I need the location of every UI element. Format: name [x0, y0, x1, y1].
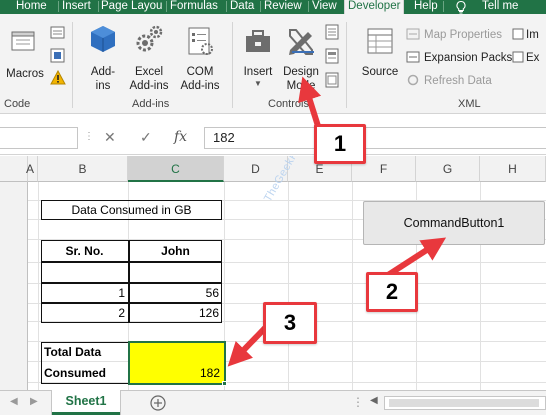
scrollbar-thumb[interactable]	[389, 399, 539, 407]
scroll-tabs-left-icon[interactable]: ◀	[10, 396, 18, 407]
callout-2: 2	[366, 272, 418, 312]
annotation-arrows	[227, 76, 447, 367]
tab-split-handle[interactable]: ⋮	[352, 395, 364, 409]
scroll-left-icon[interactable]: ◀	[370, 395, 378, 406]
arrow-2	[386, 237, 447, 278]
sheet-tab-sheet1[interactable]: Sheet1	[52, 390, 120, 415]
arrow-3	[227, 325, 268, 367]
sheet-tab-bar: ◀ ▶ Sheet1 ⋮ ◀	[0, 390, 546, 415]
scroll-tabs-right-icon[interactable]: ▶	[30, 396, 38, 407]
plus-circle-icon[interactable]	[150, 395, 166, 414]
horizontal-scrollbar[interactable]	[384, 396, 546, 410]
callout-1: 1	[314, 124, 366, 164]
arrow-1	[298, 76, 322, 127]
callout-3: 3	[263, 302, 317, 344]
